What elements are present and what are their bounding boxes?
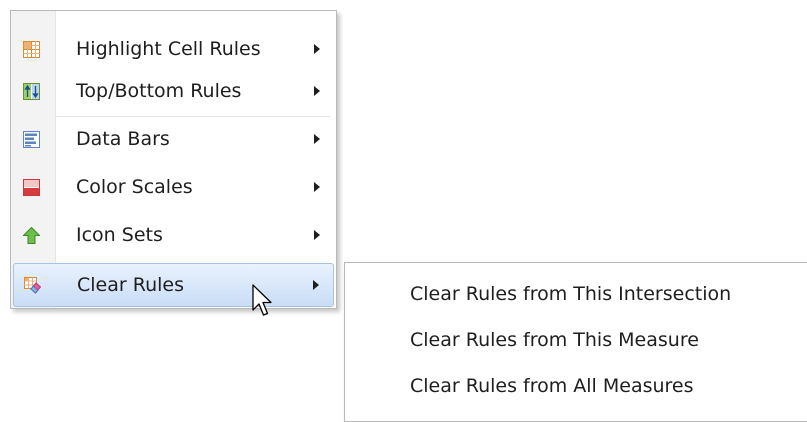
menu-item-icon-sets[interactable]: Icon Sets: [13, 213, 334, 257]
menu-item-label: Highlight Cell Rules: [76, 38, 261, 60]
mouse-cursor-icon: [252, 284, 272, 316]
submenu-item-clear-this-intersection[interactable]: Clear Rules from This Intersection: [346, 271, 807, 317]
menu-item-data-bars[interactable]: Data Bars: [13, 117, 334, 161]
submenu-item-label: Clear Rules from This Measure: [410, 329, 699, 351]
submenu-arrow-icon: [314, 182, 320, 192]
menu-item-label: Data Bars: [76, 128, 170, 150]
submenu-item-clear-this-measure[interactable]: Clear Rules from This Measure: [346, 317, 807, 363]
menu-item-label: Icon Sets: [76, 224, 163, 246]
conditional-formatting-menu: Highlight Cell Rules Top/Bottom Rules Da…: [10, 10, 337, 309]
clear-rules-submenu: Clear Rules from This Intersection Clear…: [344, 262, 807, 422]
submenu-arrow-icon: [313, 280, 319, 290]
menu-item-label: Color Scales: [76, 176, 193, 198]
submenu-arrow-icon: [314, 134, 320, 144]
top-bottom-rules-icon: [23, 83, 40, 100]
icon-sets-icon: [23, 227, 40, 244]
highlight-cell-rules-icon: [23, 41, 40, 58]
menu-item-highlight-cell-rules[interactable]: Highlight Cell Rules: [13, 27, 334, 71]
data-bars-icon: [23, 131, 40, 148]
menu-item-clear-rules[interactable]: Clear Rules: [13, 263, 334, 307]
submenu-item-clear-all-measures[interactable]: Clear Rules from All Measures: [346, 363, 807, 409]
submenu-item-label: Clear Rules from This Intersection: [410, 283, 732, 305]
clear-rules-icon: [24, 277, 41, 294]
menu-item-label: Clear Rules: [77, 274, 184, 296]
color-scales-icon: [23, 179, 40, 196]
submenu-arrow-icon: [314, 86, 320, 96]
submenu-arrow-icon: [314, 44, 320, 54]
menu-item-top-bottom-rules[interactable]: Top/Bottom Rules: [13, 69, 334, 113]
menu-item-label: Top/Bottom Rules: [76, 80, 242, 102]
submenu-arrow-icon: [314, 230, 320, 240]
submenu-item-label: Clear Rules from All Measures: [410, 375, 694, 397]
menu-item-color-scales[interactable]: Color Scales: [13, 165, 334, 209]
